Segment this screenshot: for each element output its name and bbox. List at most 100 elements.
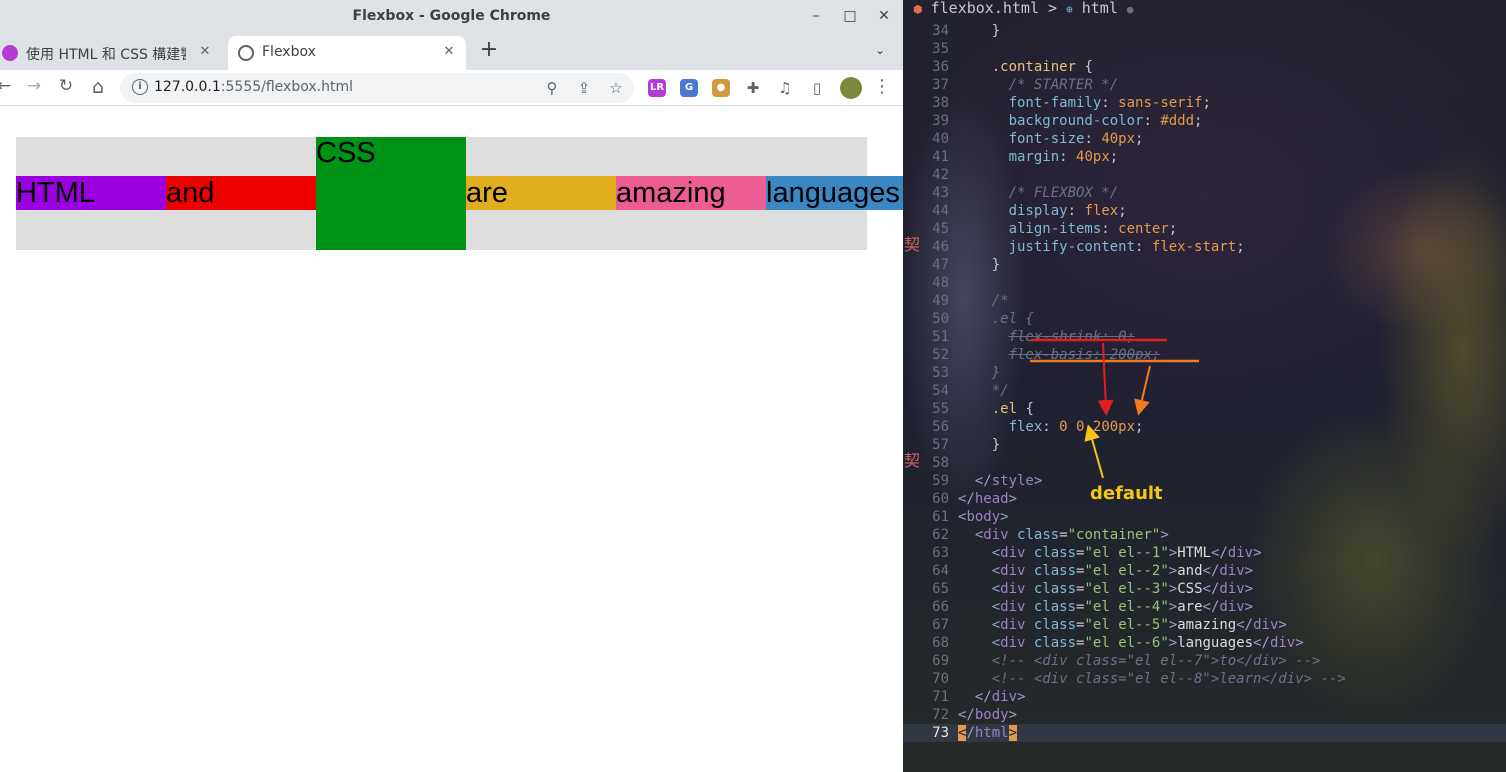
code-line[interactable]: 58 <box>903 454 1506 472</box>
close-window-button[interactable]: ✕ <box>874 6 894 26</box>
code-text: <div class="el el--1">HTML</div> <box>991 545 1262 561</box>
code-line[interactable]: 43 /* FLEXBOX */ <box>903 184 1506 202</box>
code-line[interactable] <box>903 4 1506 22</box>
code-text: </html> <box>958 725 1018 741</box>
code-text: <div class="el el--3">CSS</div> <box>991 581 1254 597</box>
home-button[interactable]: ⌂ <box>86 76 110 100</box>
code-text: <body> <box>958 509 1009 525</box>
maximize-button[interactable]: □ <box>840 6 860 26</box>
code-line[interactable]: 67 <div class="el el--5">amazing</div> <box>903 616 1506 634</box>
code-line[interactable]: 63 <div class="el el--1">HTML</div> <box>903 544 1506 562</box>
code-line[interactable]: 48 <box>903 274 1506 292</box>
line-number: 73 <box>932 725 949 741</box>
code-line[interactable]: 40 font-size: 40px; <box>903 130 1506 148</box>
code-line[interactable]: 36 .container { <box>903 58 1506 76</box>
cookie-extension-icon[interactable]: ● <box>712 79 730 97</box>
profile-avatar[interactable] <box>840 77 862 99</box>
code-text: <div class="el el--6">languages</div> <box>991 635 1304 651</box>
code-text: </div> <box>974 689 1026 705</box>
zoom-icon[interactable]: ⚲ <box>540 76 564 100</box>
code-line[interactable]: 64 <div class="el el--2">and</div> <box>903 562 1506 580</box>
code-line[interactable]: 60 </head> <box>903 490 1506 508</box>
gutter-glyph: 契 <box>904 235 921 254</box>
bookmark-star-icon[interactable]: ☆ <box>604 76 628 100</box>
code-line[interactable]: 61 <body> <box>903 508 1506 526</box>
line-number: 66 <box>932 599 949 615</box>
code-line[interactable]: 65 <div class="el el--3">CSS</div> <box>903 580 1506 598</box>
code-line[interactable]: 73 </html> <box>903 724 1506 742</box>
code-line[interactable]: 50 .el { <box>903 310 1506 328</box>
line-number: 56 <box>932 419 949 435</box>
code-line[interactable]: 69 <!-- <div class="el el--7">to</div> -… <box>903 652 1506 670</box>
broadcast-favicon-icon <box>238 45 254 61</box>
puzzle-extensions-icon[interactable]: ✚ <box>744 79 762 97</box>
code-line[interactable]: 34 } <box>903 22 1506 40</box>
line-number: 49 <box>932 293 949 309</box>
close-tab-icon[interactable]: ✕ <box>440 43 458 61</box>
code-line[interactable]: 54 */ <box>903 382 1506 400</box>
share-icon[interactable]: ⇪ <box>572 76 596 100</box>
code-line[interactable]: 55 .el { <box>903 400 1506 418</box>
code-line[interactable]: 35 <box>903 40 1506 58</box>
line-number: 36 <box>932 59 949 75</box>
code-line[interactable]: 47 } <box>903 256 1506 274</box>
code-line[interactable]: 38 font-family: sans-serif; <box>903 94 1506 112</box>
code-line[interactable]: 52 flex-basis: 200px; <box>903 346 1506 364</box>
code-text: </style> <box>974 473 1043 489</box>
code-line[interactable]: 59 </style> <box>903 472 1506 490</box>
code-line[interactable]: 66 <div class="el el--4">are</div> <box>903 598 1506 616</box>
code-text: background-color: #ddd; <box>1008 113 1203 129</box>
flex-item-4: are <box>466 176 616 210</box>
flex-item-2: and <box>166 176 316 210</box>
code-line[interactable]: 41 margin: 40px; <box>903 148 1506 166</box>
code-text: } <box>991 257 1001 273</box>
code-line[interactable]: 70 <!-- <div class="el el--8">learn</div… <box>903 670 1506 688</box>
code-text: align-items: center; <box>1008 221 1178 237</box>
code-line[interactable]: 37 /* STARTER */ <box>903 76 1506 94</box>
side-panel-icon[interactable]: ▯ <box>808 79 826 97</box>
code-text: font-size: 40px; <box>1008 131 1144 147</box>
close-tab-icon[interactable]: ✕ <box>196 43 214 61</box>
code-line[interactable]: 45 align-items: center; <box>903 220 1506 238</box>
reload-button[interactable]: ↻ <box>54 76 78 100</box>
line-number: 38 <box>932 95 949 111</box>
minimize-button[interactable]: – <box>806 6 826 26</box>
code-text: <div class="el el--2">and</div> <box>991 563 1254 579</box>
code-line[interactable]: 72 </body> <box>903 706 1506 724</box>
lr-extension-icon[interactable]: LR <box>648 79 666 97</box>
code-line[interactable]: 49 /* <box>903 292 1506 310</box>
flex-container: HTML and CSS are amazing languages <box>16 137 903 250</box>
line-number: 65 <box>932 581 949 597</box>
address-bar[interactable]: i 127.0.0.1:5555/flexbox.html ⚲ ⇪ ☆ <box>120 73 634 103</box>
code-line[interactable]: 51 flex-shrink: 0; <box>903 328 1506 346</box>
code-line[interactable]: 44 display: flex; <box>903 202 1506 220</box>
tab-label: 使用 HTML 和 CSS 構建響應 <box>26 47 186 63</box>
code-text: justify-content: flex-start; <box>1008 239 1245 255</box>
new-tab-button[interactable]: + <box>478 38 500 62</box>
line-number: 51 <box>932 329 949 345</box>
code-text: <div class="el el--5">amazing</div> <box>991 617 1287 633</box>
tab-course[interactable]: 使用 HTML 和 CSS 構建響應 ✕ <box>0 36 222 70</box>
code-line[interactable]: 42 <box>903 166 1506 184</box>
code-line[interactable]: 71 </div> <box>903 688 1506 706</box>
code-text: <div class="container"> <box>974 527 1169 543</box>
url-host: 127.0.0.1 <box>154 79 221 95</box>
forward-button[interactable]: → <box>22 76 46 100</box>
translate-extension-icon[interactable]: G <box>680 79 698 97</box>
code-line[interactable]: 68 <div class="el el--6">languages</div> <box>903 634 1506 652</box>
code-line[interactable]: 62 <div class="container"> <box>903 526 1506 544</box>
back-button[interactable]: ← <box>0 76 16 100</box>
code-line[interactable]: 57 } <box>903 436 1506 454</box>
code-line[interactable]: 56 flex: 0 0 200px; <box>903 418 1506 436</box>
code-text: /* <box>991 293 1009 309</box>
tab-flexbox[interactable]: Flexbox ✕ <box>228 36 466 70</box>
media-controls-icon[interactable]: ♫ <box>776 79 794 97</box>
code-line[interactable]: 53 } <box>903 364 1506 382</box>
code-line[interactable]: 39 background-color: #ddd; <box>903 112 1506 130</box>
tab-search-icon[interactable]: ⌄ <box>870 40 890 60</box>
chrome-menu-icon[interactable]: ⋮ <box>870 76 894 100</box>
code-line[interactable]: 46 justify-content: flex-start; <box>903 238 1506 256</box>
line-number: 60 <box>932 491 949 507</box>
site-info-icon[interactable]: i <box>132 79 148 95</box>
url-text[interactable]: 127.0.0.1:5555/flexbox.html <box>154 79 353 95</box>
